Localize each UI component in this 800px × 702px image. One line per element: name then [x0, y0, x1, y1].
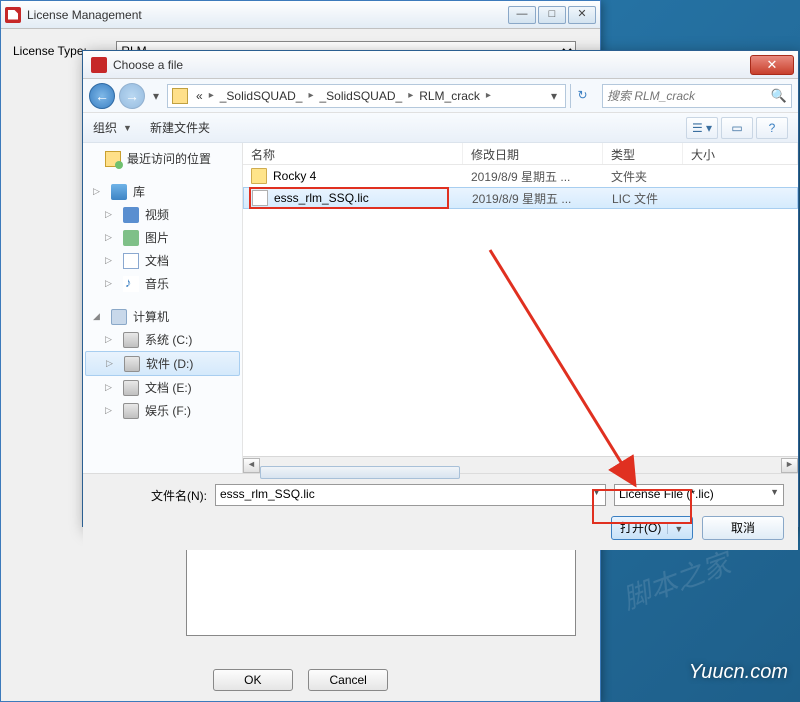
new-folder-button[interactable]: 新建文件夹	[150, 119, 210, 136]
breadcrumb-dropdown[interactable]: ▾	[547, 89, 561, 103]
dialog-app-icon	[91, 57, 107, 73]
file-dialog-titlebar[interactable]: Choose a file ✕	[83, 51, 798, 79]
music-icon	[123, 276, 139, 292]
file-list[interactable]: 名称 修改日期 类型 大小 Rocky 4 2019/8/9 星期五 ... 文…	[243, 143, 798, 473]
dialog-bottom-bar: 文件名(N): esss_rlm_SSQ.lic▼ License File (…	[83, 473, 798, 550]
filename-input[interactable]: esss_rlm_SSQ.lic▼	[215, 484, 606, 506]
sidebar-item-music[interactable]: ▷音乐	[83, 272, 242, 295]
cancel-button-dialog[interactable]: 取消	[702, 516, 784, 540]
computer-icon	[111, 309, 127, 325]
picture-icon	[123, 230, 139, 246]
drive-icon	[123, 332, 139, 348]
recent-icon	[105, 151, 121, 167]
refresh-button[interactable]: ↻	[570, 84, 594, 108]
chevron-right-icon: ▸	[209, 90, 214, 101]
scroll-thumb[interactable]	[260, 466, 460, 479]
maximize-button[interactable]: □	[538, 6, 566, 24]
document-icon	[123, 253, 139, 269]
scroll-right-button[interactable]: ►	[781, 458, 798, 473]
chevron-right-icon: ▸	[486, 90, 491, 101]
drive-icon	[123, 380, 139, 396]
search-icon[interactable]: 🔍	[771, 88, 787, 104]
drive-icon	[124, 356, 140, 372]
breadcrumb[interactable]: « ▸ _SolidSQUAD_ ▸ _SolidSQUAD_ ▸ RLM_cr…	[167, 84, 566, 108]
sidebar-group-computer[interactable]: ◢计算机	[83, 305, 242, 328]
horizontal-scrollbar[interactable]: ◄ ►	[243, 456, 798, 473]
view-options-button[interactable]: ☰ ▾	[686, 117, 718, 139]
organize-menu[interactable]: 组织	[93, 119, 117, 136]
toolbar: 组织 ▼ 新建文件夹 ☰ ▾ ▭ ?	[83, 113, 798, 143]
close-button-dialog[interactable]: ✕	[750, 55, 794, 75]
minimize-button[interactable]: —	[508, 6, 536, 24]
file-dialog-title: Choose a file	[113, 58, 750, 72]
scroll-left-button[interactable]: ◄	[243, 458, 260, 473]
nav-back-button[interactable]: ←	[89, 83, 115, 109]
folder-icon	[251, 168, 267, 184]
sidebar-item-drive-f[interactable]: ▷娱乐 (F:)	[83, 399, 242, 422]
sidebar-item-videos[interactable]: ▷视频	[83, 203, 242, 226]
file-row-selected[interactable]: esss_rlm_SSQ.lic 2019/8/9 星期五 ... LIC 文件	[243, 187, 798, 209]
drive-icon	[123, 403, 139, 419]
nav-row: ← → ▾ « ▸ _SolidSQUAD_ ▸ _SolidSQUAD_ ▸ …	[83, 79, 798, 113]
sidebar-item-pictures[interactable]: ▷图片	[83, 226, 242, 249]
preview-pane-button[interactable]: ▭	[721, 117, 753, 139]
ok-button[interactable]: OK	[213, 669, 293, 691]
video-icon	[123, 207, 139, 223]
nav-history-dropdown[interactable]: ▾	[149, 89, 163, 103]
file-icon	[252, 190, 268, 206]
sidebar-item-recent[interactable]: 最近访问的位置	[83, 147, 242, 170]
license-window-title: License Management	[27, 8, 506, 22]
search-box[interactable]: 🔍	[602, 84, 792, 108]
open-button[interactable]: 打开(O)▼	[611, 516, 693, 540]
app-icon	[5, 7, 21, 23]
chevron-right-icon: ▸	[408, 90, 413, 101]
help-button[interactable]: ?	[756, 117, 788, 139]
sidebar-group-library[interactable]: ▷库	[83, 180, 242, 203]
breadcrumb-seg[interactable]: RLM_crack	[415, 89, 484, 103]
nav-forward-button[interactable]: →	[119, 83, 145, 109]
filename-label: 文件名(N):	[97, 487, 207, 504]
column-type[interactable]: 类型	[603, 143, 683, 164]
file-type-filter[interactable]: License File (*.lic)▼	[614, 484, 784, 506]
breadcrumb-seg[interactable]: «	[192, 89, 207, 103]
close-button-license[interactable]: ✕	[568, 6, 596, 24]
breadcrumb-seg[interactable]: _SolidSQUAD_	[216, 89, 307, 103]
sidebar-item-documents[interactable]: ▷文档	[83, 249, 242, 272]
sidebar-item-drive-e[interactable]: ▷文档 (E:)	[83, 376, 242, 399]
chevron-right-icon: ▸	[308, 90, 313, 101]
cancel-button-license[interactable]: Cancel	[308, 669, 388, 691]
sidebar-item-drive-c[interactable]: ▷系统 (C:)	[83, 328, 242, 351]
file-dialog: Choose a file ✕ ← → ▾ « ▸ _SolidSQUAD_ ▸…	[82, 50, 799, 527]
license-titlebar[interactable]: License Management — □ ✕	[1, 1, 600, 29]
sidebar: 最近访问的位置 ▷库 ▷视频 ▷图片 ▷文档 ▷音乐 ◢计算机 ▷系统 (C:)…	[83, 143, 243, 473]
breadcrumb-seg[interactable]: _SolidSQUAD_	[315, 89, 406, 103]
sidebar-item-drive-d[interactable]: ▷软件 (D:)	[85, 351, 240, 376]
column-date[interactable]: 修改日期	[463, 143, 603, 164]
file-list-header[interactable]: 名称 修改日期 类型 大小	[243, 143, 798, 165]
watermark-corner: Yuucn.com	[689, 661, 788, 684]
folder-icon	[172, 88, 188, 104]
file-row[interactable]: Rocky 4 2019/8/9 星期五 ... 文件夹	[243, 165, 798, 187]
chevron-down-icon[interactable]: ▼	[123, 123, 132, 133]
column-name[interactable]: 名称	[243, 143, 463, 164]
search-input[interactable]	[607, 89, 771, 103]
column-size[interactable]: 大小	[683, 143, 798, 164]
library-icon	[111, 184, 127, 200]
